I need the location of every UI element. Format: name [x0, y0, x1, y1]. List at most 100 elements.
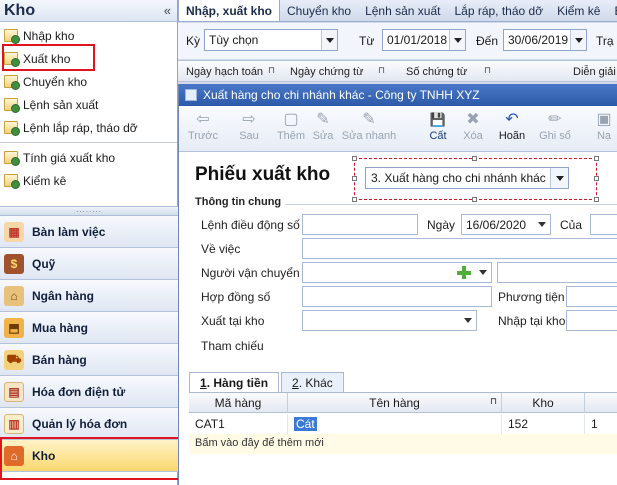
cell-item-code[interactable]: CAT1 [189, 414, 288, 434]
chevron-down-icon[interactable] [550, 168, 568, 188]
next-button[interactable]: ⇨ Sau [229, 110, 269, 142]
chevron-down-icon[interactable] [321, 30, 337, 50]
nav-item-ban-lam-viec[interactable]: ▦ Bàn làm việc [0, 216, 178, 248]
quick-edit-button[interactable]: ✎ Sửa nhanh [341, 110, 397, 142]
nav-item-hoa-don-dien-tu[interactable]: ▤ Hóa đơn điện tử [0, 376, 178, 408]
quick-edit-icon: ✎ [362, 111, 376, 128]
resize-handle[interactable] [594, 156, 599, 161]
arrow-right-icon: ⇨ [242, 111, 256, 128]
column-header-item-name[interactable]: Tên hàng ⊓ [288, 393, 502, 413]
column-header-item-code[interactable]: Mã hàng [189, 393, 288, 413]
module-tabs: Nhập, xuất kho Chuyển kho Lệnh sản xuất … [178, 0, 617, 22]
column-header-posting-date[interactable]: Ngày hạch toán [186, 66, 263, 78]
to-date-input[interactable]: 30/06/2019 [503, 29, 587, 51]
highlight-box-xuat-kho [2, 44, 95, 71]
pin-icon[interactable]: ⊓ [490, 396, 497, 407]
sidebar-item-lenh-lap-rap[interactable]: Lệnh lắp ráp, tháo dỡ [0, 116, 177, 139]
tab-number: 2 [292, 376, 299, 390]
load-icon: ▣ [596, 111, 612, 128]
cell-stock[interactable]: 152 [502, 414, 585, 434]
nav-item-quan-ly-hoa-don[interactable]: ▥ Quản lý hóa đơn [0, 408, 178, 440]
stock-issue-form: Xuất hàng cho chi nhánh khác - Công ty T… [178, 84, 617, 485]
column-header-voucher-date[interactable]: Ngày chứng từ [290, 66, 363, 78]
nav-item-quy[interactable]: $ Quỹ [0, 248, 178, 280]
contract-input[interactable] [302, 286, 492, 307]
of-input[interactable] [590, 214, 617, 235]
pin-icon[interactable]: ⊓ [268, 65, 275, 76]
splitter-grip[interactable]: ........ [0, 206, 178, 216]
resize-handle[interactable] [594, 197, 599, 202]
pin-icon[interactable]: ⊓ [378, 65, 385, 76]
resize-handle[interactable] [352, 176, 357, 181]
nav-item-ban-hang[interactable]: ⛟ Bán hàng [0, 344, 178, 376]
sidebar-item-tinh-gia[interactable]: Tính giá xuất kho [0, 146, 177, 169]
sidebar-item-lenh-san-xuat[interactable]: Lệnh sản xuất [0, 93, 177, 116]
from-date-input[interactable]: 01/01/2018 [382, 29, 466, 51]
resize-handle[interactable] [352, 197, 357, 202]
tab-lenh-san-xuat[interactable]: Lệnh sản xuất [358, 1, 447, 21]
carrier-input[interactable] [302, 262, 492, 283]
tab-chuyen-kho[interactable]: Chuyển kho [280, 1, 358, 21]
nav-item-label: Mua hàng [32, 320, 88, 335]
resize-handle[interactable] [594, 176, 599, 181]
period-select[interactable]: Tùy chọn [204, 29, 338, 51]
sidebar: Kho « Nhập kho Xuất kho Chuyển kho Lệnh … [0, 0, 180, 485]
bank-icon: ⌂ [4, 285, 24, 306]
save-button[interactable]: 💾 Cất [423, 110, 453, 142]
module-nav: ▦ Bàn làm việc $ Quỹ ⌂ Ngân hàng ⬒ Mua hàng … [0, 216, 178, 472]
add-icon[interactable] [455, 263, 473, 282]
tab-nhap-xuat-kho[interactable]: Nhập, xuất kho [178, 0, 281, 21]
delete-button[interactable]: ✖ Xóa [457, 110, 489, 142]
tab-kiem-ke[interactable]: Kiểm kê [550, 1, 607, 21]
tab-bao-cao[interactable]: Báo [607, 1, 617, 21]
collapse-icon[interactable]: « [164, 3, 171, 18]
sidebar-item-kiem-ke[interactable]: Kiểm kê [0, 169, 177, 192]
pin-icon[interactable]: ⊓ [484, 65, 491, 76]
column-header-stock[interactable]: Kho [502, 393, 585, 413]
post-button[interactable]: ✏ Ghi sổ [537, 110, 573, 142]
tab-number: 1 [200, 376, 207, 390]
add-new-row[interactable]: Bấm vào đây để thêm mới [189, 434, 617, 454]
to-date-value: 30/06/2019 [508, 33, 569, 47]
subject-input[interactable] [302, 238, 617, 259]
resize-handle[interactable] [352, 156, 357, 161]
chevron-down-icon[interactable] [460, 311, 476, 330]
cell-extra[interactable]: 1 [585, 414, 617, 434]
to-stock-select[interactable] [566, 310, 617, 331]
chevron-down-icon[interactable] [449, 30, 465, 50]
sidebar-item-label: Kiểm kê [23, 173, 67, 188]
toolbar-label: Sửa [312, 130, 334, 142]
column-header-extra[interactable] [585, 393, 617, 413]
undo-button[interactable]: ↶ Hoãn [495, 110, 529, 142]
previous-button[interactable]: ⇦ Trước [183, 110, 223, 142]
date-value: 16/06/2020 [466, 218, 527, 232]
resize-handle[interactable] [472, 156, 477, 161]
cart-icon: ⛟ [4, 349, 24, 370]
nav-item-mua-hang[interactable]: ⬒ Mua hàng [0, 312, 178, 344]
nav-item-ngan-hang[interactable]: ⌂ Ngân hàng [0, 280, 178, 312]
chevron-down-icon[interactable] [475, 263, 491, 282]
tab-khac[interactable]: 2. Khác [281, 372, 344, 392]
column-header-voucher-no[interactable]: Số chứng từ [406, 66, 467, 78]
chevron-down-icon[interactable] [534, 215, 550, 234]
voucher-type-selection: 3. Xuất hàng cho chi nhánh khác [352, 156, 599, 202]
carrier-name-input[interactable] [497, 262, 617, 283]
date-input[interactable]: 16/06/2020 [461, 214, 551, 235]
delete-icon: ✖ [466, 111, 480, 128]
cell-item-name[interactable]: Cát [288, 414, 502, 434]
column-header-description[interactable]: Diễn giải [573, 66, 616, 78]
load-button[interactable]: ▣ Nạ [591, 110, 617, 142]
resize-handle[interactable] [472, 197, 477, 202]
voucher-type-select[interactable]: 3. Xuất hàng cho chi nhánh khác [365, 167, 569, 189]
status-label: Trạ [596, 34, 614, 48]
tab-lap-rap[interactable]: Lắp ráp, tháo dỡ [447, 1, 550, 21]
from-stock-select[interactable] [302, 310, 477, 331]
tab-hang-tien[interactable]: 1. Hàng tiền [189, 372, 280, 392]
vehicle-input[interactable] [566, 286, 617, 307]
chevron-down-icon[interactable] [570, 30, 586, 50]
edit-button[interactable]: ✎ Sửa [303, 110, 343, 142]
sidebar-item-label: Tính giá xuất kho [23, 150, 116, 165]
sidebar-item-chuyen-kho[interactable]: Chuyển kho [0, 70, 177, 93]
order-number-label: Lệnh điều động số [201, 218, 300, 232]
order-number-input[interactable] [302, 214, 418, 235]
